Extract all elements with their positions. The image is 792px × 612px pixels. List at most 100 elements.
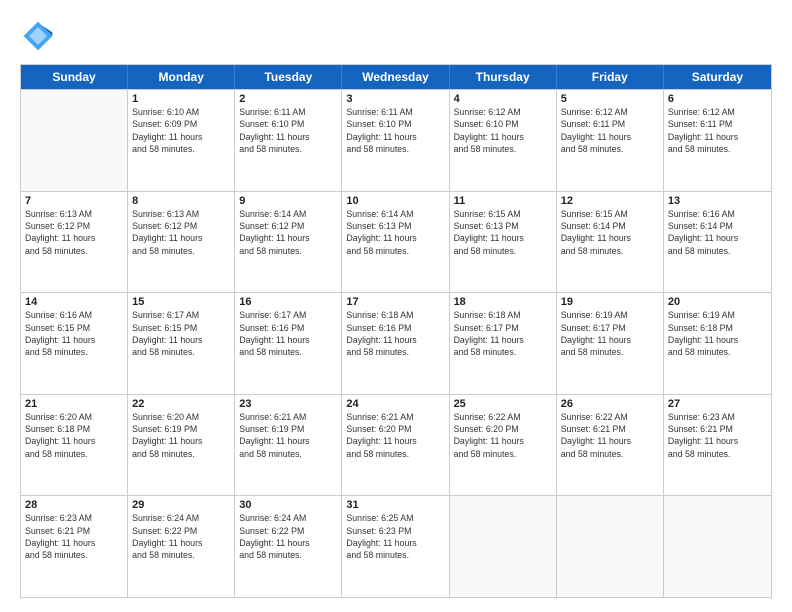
day-info: Sunrise: 6:17 AMSunset: 6:15 PMDaylight:… xyxy=(132,309,230,358)
cal-cell: 23Sunrise: 6:21 AMSunset: 6:19 PMDayligh… xyxy=(235,395,342,496)
day-number: 5 xyxy=(561,93,659,105)
cal-row-1: 1Sunrise: 6:10 AMSunset: 6:09 PMDaylight… xyxy=(21,89,771,191)
day-info: Sunrise: 6:14 AMSunset: 6:12 PMDaylight:… xyxy=(239,208,337,257)
day-info: Sunrise: 6:18 AMSunset: 6:16 PMDaylight:… xyxy=(346,309,444,358)
day-number: 29 xyxy=(132,499,230,511)
day-number: 14 xyxy=(25,296,123,308)
cal-cell: 20Sunrise: 6:19 AMSunset: 6:18 PMDayligh… xyxy=(664,293,771,394)
logo xyxy=(20,18,62,54)
day-number: 22 xyxy=(132,398,230,410)
cal-cell: 29Sunrise: 6:24 AMSunset: 6:22 PMDayligh… xyxy=(128,496,235,597)
day-number: 24 xyxy=(346,398,444,410)
day-info: Sunrise: 6:16 AMSunset: 6:15 PMDaylight:… xyxy=(25,309,123,358)
day-number: 18 xyxy=(454,296,552,308)
day-info: Sunrise: 6:12 AMSunset: 6:10 PMDaylight:… xyxy=(454,106,552,155)
day-info: Sunrise: 6:22 AMSunset: 6:20 PMDaylight:… xyxy=(454,411,552,460)
cal-cell: 22Sunrise: 6:20 AMSunset: 6:19 PMDayligh… xyxy=(128,395,235,496)
cal-cell: 3Sunrise: 6:11 AMSunset: 6:10 PMDaylight… xyxy=(342,90,449,191)
day-info: Sunrise: 6:19 AMSunset: 6:17 PMDaylight:… xyxy=(561,309,659,358)
cal-cell: 8Sunrise: 6:13 AMSunset: 6:12 PMDaylight… xyxy=(128,192,235,293)
cal-cell: 7Sunrise: 6:13 AMSunset: 6:12 PMDaylight… xyxy=(21,192,128,293)
cal-cell: 12Sunrise: 6:15 AMSunset: 6:14 PMDayligh… xyxy=(557,192,664,293)
day-number: 30 xyxy=(239,499,337,511)
cal-row-2: 7Sunrise: 6:13 AMSunset: 6:12 PMDaylight… xyxy=(21,191,771,293)
day-number: 11 xyxy=(454,195,552,207)
day-info: Sunrise: 6:14 AMSunset: 6:13 PMDaylight:… xyxy=(346,208,444,257)
cal-cell: 10Sunrise: 6:14 AMSunset: 6:13 PMDayligh… xyxy=(342,192,449,293)
day-number: 4 xyxy=(454,93,552,105)
header-cell-friday: Friday xyxy=(557,65,664,89)
cal-cell: 13Sunrise: 6:16 AMSunset: 6:14 PMDayligh… xyxy=(664,192,771,293)
cal-cell: 5Sunrise: 6:12 AMSunset: 6:11 PMDaylight… xyxy=(557,90,664,191)
day-info: Sunrise: 6:19 AMSunset: 6:18 PMDaylight:… xyxy=(668,309,767,358)
cal-cell xyxy=(664,496,771,597)
day-info: Sunrise: 6:16 AMSunset: 6:14 PMDaylight:… xyxy=(668,208,767,257)
cal-cell: 16Sunrise: 6:17 AMSunset: 6:16 PMDayligh… xyxy=(235,293,342,394)
day-number: 10 xyxy=(346,195,444,207)
cal-cell: 9Sunrise: 6:14 AMSunset: 6:12 PMDaylight… xyxy=(235,192,342,293)
header-cell-thursday: Thursday xyxy=(450,65,557,89)
calendar-header-row: SundayMondayTuesdayWednesdayThursdayFrid… xyxy=(21,65,771,89)
day-info: Sunrise: 6:12 AMSunset: 6:11 PMDaylight:… xyxy=(561,106,659,155)
cal-row-5: 28Sunrise: 6:23 AMSunset: 6:21 PMDayligh… xyxy=(21,495,771,597)
day-info: Sunrise: 6:22 AMSunset: 6:21 PMDaylight:… xyxy=(561,411,659,460)
day-number: 8 xyxy=(132,195,230,207)
day-info: Sunrise: 6:24 AMSunset: 6:22 PMDaylight:… xyxy=(132,512,230,561)
page: SundayMondayTuesdayWednesdayThursdayFrid… xyxy=(0,0,792,612)
day-info: Sunrise: 6:12 AMSunset: 6:11 PMDaylight:… xyxy=(668,106,767,155)
day-info: Sunrise: 6:11 AMSunset: 6:10 PMDaylight:… xyxy=(346,106,444,155)
day-number: 21 xyxy=(25,398,123,410)
day-number: 20 xyxy=(668,296,767,308)
day-number: 15 xyxy=(132,296,230,308)
header-cell-monday: Monday xyxy=(128,65,235,89)
day-number: 16 xyxy=(239,296,337,308)
day-info: Sunrise: 6:11 AMSunset: 6:10 PMDaylight:… xyxy=(239,106,337,155)
day-number: 6 xyxy=(668,93,767,105)
day-info: Sunrise: 6:23 AMSunset: 6:21 PMDaylight:… xyxy=(668,411,767,460)
cal-row-3: 14Sunrise: 6:16 AMSunset: 6:15 PMDayligh… xyxy=(21,292,771,394)
cal-cell: 25Sunrise: 6:22 AMSunset: 6:20 PMDayligh… xyxy=(450,395,557,496)
cal-cell xyxy=(557,496,664,597)
day-number: 28 xyxy=(25,499,123,511)
cal-cell: 2Sunrise: 6:11 AMSunset: 6:10 PMDaylight… xyxy=(235,90,342,191)
day-info: Sunrise: 6:25 AMSunset: 6:23 PMDaylight:… xyxy=(346,512,444,561)
day-info: Sunrise: 6:23 AMSunset: 6:21 PMDaylight:… xyxy=(25,512,123,561)
cal-cell: 21Sunrise: 6:20 AMSunset: 6:18 PMDayligh… xyxy=(21,395,128,496)
day-number: 25 xyxy=(454,398,552,410)
day-info: Sunrise: 6:21 AMSunset: 6:20 PMDaylight:… xyxy=(346,411,444,460)
day-info: Sunrise: 6:17 AMSunset: 6:16 PMDaylight:… xyxy=(239,309,337,358)
cal-cell: 18Sunrise: 6:18 AMSunset: 6:17 PMDayligh… xyxy=(450,293,557,394)
header-cell-sunday: Sunday xyxy=(21,65,128,89)
cal-cell: 19Sunrise: 6:19 AMSunset: 6:17 PMDayligh… xyxy=(557,293,664,394)
calendar: SundayMondayTuesdayWednesdayThursdayFrid… xyxy=(20,64,772,598)
calendar-body: 1Sunrise: 6:10 AMSunset: 6:09 PMDaylight… xyxy=(21,89,771,597)
cal-cell: 17Sunrise: 6:18 AMSunset: 6:16 PMDayligh… xyxy=(342,293,449,394)
day-info: Sunrise: 6:13 AMSunset: 6:12 PMDaylight:… xyxy=(25,208,123,257)
day-number: 9 xyxy=(239,195,337,207)
day-number: 13 xyxy=(668,195,767,207)
cal-cell: 4Sunrise: 6:12 AMSunset: 6:10 PMDaylight… xyxy=(450,90,557,191)
header-cell-saturday: Saturday xyxy=(664,65,771,89)
day-info: Sunrise: 6:15 AMSunset: 6:14 PMDaylight:… xyxy=(561,208,659,257)
day-number: 26 xyxy=(561,398,659,410)
day-info: Sunrise: 6:18 AMSunset: 6:17 PMDaylight:… xyxy=(454,309,552,358)
day-info: Sunrise: 6:21 AMSunset: 6:19 PMDaylight:… xyxy=(239,411,337,460)
day-number: 27 xyxy=(668,398,767,410)
day-number: 7 xyxy=(25,195,123,207)
cal-cell: 6Sunrise: 6:12 AMSunset: 6:11 PMDaylight… xyxy=(664,90,771,191)
cal-cell: 11Sunrise: 6:15 AMSunset: 6:13 PMDayligh… xyxy=(450,192,557,293)
cal-cell: 24Sunrise: 6:21 AMSunset: 6:20 PMDayligh… xyxy=(342,395,449,496)
cal-row-4: 21Sunrise: 6:20 AMSunset: 6:18 PMDayligh… xyxy=(21,394,771,496)
cal-cell: 26Sunrise: 6:22 AMSunset: 6:21 PMDayligh… xyxy=(557,395,664,496)
header-cell-wednesday: Wednesday xyxy=(342,65,449,89)
day-number: 23 xyxy=(239,398,337,410)
day-number: 12 xyxy=(561,195,659,207)
day-number: 17 xyxy=(346,296,444,308)
header-cell-tuesday: Tuesday xyxy=(235,65,342,89)
cal-cell: 15Sunrise: 6:17 AMSunset: 6:15 PMDayligh… xyxy=(128,293,235,394)
day-number: 19 xyxy=(561,296,659,308)
header xyxy=(20,18,772,54)
day-info: Sunrise: 6:20 AMSunset: 6:18 PMDaylight:… xyxy=(25,411,123,460)
cal-cell: 28Sunrise: 6:23 AMSunset: 6:21 PMDayligh… xyxy=(21,496,128,597)
day-info: Sunrise: 6:15 AMSunset: 6:13 PMDaylight:… xyxy=(454,208,552,257)
